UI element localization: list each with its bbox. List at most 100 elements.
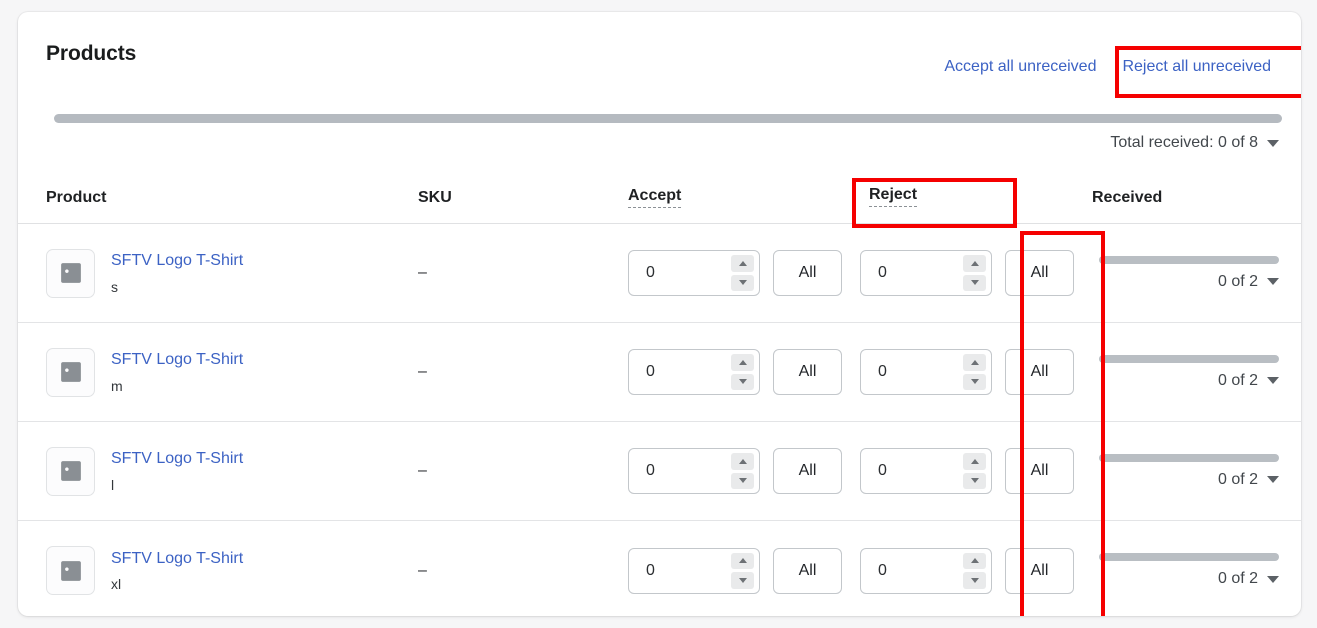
stepper-decrement-icon[interactable] bbox=[731, 472, 754, 489]
caret-down-icon[interactable] bbox=[1267, 139, 1279, 147]
product-name-link[interactable]: SFTV Logo T-Shirt bbox=[111, 251, 243, 270]
caret-down-icon[interactable] bbox=[1267, 278, 1279, 285]
accept-quantity-stepper[interactable]: 0 bbox=[628, 250, 760, 296]
stepper-decrement-icon[interactable] bbox=[731, 373, 754, 390]
received-summary[interactable]: 0 of 2 bbox=[1099, 570, 1279, 588]
stepper-increment-icon[interactable] bbox=[963, 453, 986, 470]
table-row: SFTV Logo T-Shirt m – 0 All 0 All 0 of 2 bbox=[18, 323, 1301, 422]
reject-quantity-stepper-value[interactable]: 0 bbox=[861, 350, 958, 394]
stepper-increment-icon[interactable] bbox=[731, 354, 754, 371]
reject-quantity-stepper[interactable]: 0 bbox=[860, 547, 992, 594]
received-summary[interactable]: 0 of 2 bbox=[1099, 471, 1279, 489]
reject-all-button[interactable]: All bbox=[1005, 547, 1074, 594]
reject-quantity-stepper[interactable]: 0 bbox=[860, 349, 992, 395]
product-variant-label: m bbox=[111, 377, 123, 394]
reject-all-button[interactable]: All bbox=[1005, 250, 1074, 296]
product-name-link[interactable]: SFTV Logo T-Shirt bbox=[111, 350, 243, 369]
received-progress-bar bbox=[1099, 354, 1279, 363]
accept-quantity-stepper[interactable]: 0 bbox=[628, 547, 760, 594]
product-name-link[interactable]: SFTV Logo T-Shirt bbox=[111, 449, 243, 468]
cell-sku: – bbox=[418, 363, 427, 380]
scrollbar-thumb[interactable] bbox=[54, 114, 1282, 123]
product-name-link[interactable]: SFTV Logo T-Shirt bbox=[111, 549, 243, 568]
stepper-decrement-icon[interactable] bbox=[731, 274, 754, 291]
reject-all-button[interactable]: All bbox=[1005, 448, 1074, 494]
header-actions: Accept all unreceived Reject all unrecei… bbox=[944, 52, 1279, 82]
stepper-decrement-icon[interactable] bbox=[963, 472, 986, 489]
caret-down-icon[interactable] bbox=[1267, 575, 1279, 583]
product-variant-label: xl bbox=[111, 576, 122, 593]
product-variant-label: s bbox=[111, 278, 118, 295]
column-header-reject: Reject bbox=[860, 179, 1092, 216]
cell-received: 0 of 2 bbox=[1092, 255, 1301, 291]
accept-quantity-stepper[interactable]: 0 bbox=[628, 448, 760, 494]
accept-quantity-stepper[interactable]: 0 bbox=[628, 349, 760, 395]
stepper-decrement-icon[interactable] bbox=[731, 572, 754, 589]
accept-quantity-stepper-value[interactable]: 0 bbox=[629, 549, 726, 593]
accept-all-button[interactable]: All bbox=[773, 547, 842, 594]
accept-quantity-stepper-buttons bbox=[726, 251, 759, 295]
received-count-label: 0 of 2 bbox=[1217, 470, 1258, 488]
product-variant-label: l bbox=[111, 476, 115, 493]
accept-header-tooltip[interactable]: Accept bbox=[628, 187, 682, 208]
column-header-sku: SKU bbox=[418, 188, 452, 206]
reject-quantity-stepper[interactable]: 0 bbox=[860, 448, 992, 494]
cell-sku: – bbox=[418, 561, 427, 579]
image-placeholder-icon bbox=[46, 347, 95, 397]
cell-sku: – bbox=[418, 462, 427, 479]
received-summary[interactable]: 0 of 2 bbox=[1099, 372, 1279, 390]
reject-quantity-stepper-value[interactable]: 0 bbox=[861, 449, 958, 493]
table-body: SFTV Logo T-Shirt s –0 All 0 All 0 of 2 SFTV Lo… bbox=[18, 224, 1301, 616]
column-header-accept: Accept bbox=[628, 187, 860, 208]
accept-quantity-stepper-value[interactable]: 0 bbox=[629, 449, 726, 493]
reject-header-tooltip[interactable]: Reject bbox=[869, 186, 918, 207]
cell-product: SFTV Logo T-Shirt s bbox=[18, 248, 418, 298]
cell-received: 0 of 2 bbox=[1092, 553, 1301, 588]
reject-quantity-stepper-buttons bbox=[958, 449, 991, 493]
cell-accept: 0 All bbox=[628, 250, 860, 296]
cell-accept: 0 All bbox=[628, 349, 860, 395]
stepper-increment-icon[interactable] bbox=[731, 255, 754, 272]
accept-all-button[interactable]: All bbox=[773, 448, 842, 494]
caret-down-icon[interactable] bbox=[1267, 377, 1279, 384]
cell-received: 0 of 2 bbox=[1092, 354, 1301, 390]
cell-reject: 0 All bbox=[860, 547, 1092, 594]
stepper-decrement-icon[interactable] bbox=[963, 373, 986, 390]
accept-quantity-stepper-buttons bbox=[726, 350, 759, 394]
image-placeholder-icon bbox=[46, 446, 95, 496]
total-received-summary[interactable]: Total received: 0 of 8 bbox=[1110, 134, 1279, 152]
table-row: SFTV Logo T-Shirt l – 0 All 0 All 0 of 2 bbox=[18, 422, 1301, 521]
reject-quantity-stepper-value[interactable]: 0 bbox=[861, 549, 958, 593]
cell-received: 0 of 2 bbox=[1092, 453, 1301, 489]
table-header-row: Product SKU Accept Reject Received bbox=[18, 172, 1301, 224]
reject-quantity-stepper-buttons bbox=[958, 350, 991, 394]
image-placeholder-icon bbox=[46, 546, 95, 595]
accept-all-button[interactable]: All bbox=[773, 349, 842, 395]
accept-all-button[interactable]: All bbox=[773, 250, 842, 296]
cell-sku: – bbox=[418, 264, 427, 281]
stepper-increment-icon[interactable] bbox=[963, 255, 986, 272]
stepper-increment-icon[interactable] bbox=[731, 453, 754, 470]
accept-all-unreceived-link[interactable]: Accept all unreceived bbox=[944, 58, 1096, 76]
received-count-label: 0 of 2 bbox=[1217, 272, 1258, 290]
cell-product: SFTV Logo T-Shirt l bbox=[18, 446, 418, 496]
cell-accept: 0 All bbox=[628, 547, 860, 594]
stepper-increment-icon[interactable] bbox=[963, 354, 986, 371]
stepper-increment-icon[interactable] bbox=[963, 552, 986, 569]
stepper-increment-icon[interactable] bbox=[731, 552, 754, 569]
cell-reject: 0 All bbox=[860, 448, 1092, 494]
column-header-received: Received bbox=[1092, 188, 1163, 206]
reject-quantity-stepper-value[interactable]: 0 bbox=[861, 251, 958, 295]
accept-quantity-stepper-value[interactable]: 0 bbox=[629, 251, 726, 295]
total-received-label: Total received: 0 of 8 bbox=[1110, 134, 1258, 151]
reject-all-button[interactable]: All bbox=[1005, 349, 1074, 395]
reject-quantity-stepper[interactable]: 0 bbox=[860, 250, 992, 296]
stepper-decrement-icon[interactable] bbox=[963, 274, 986, 291]
accept-quantity-stepper-value[interactable]: 0 bbox=[629, 350, 726, 394]
caret-down-icon[interactable] bbox=[1267, 476, 1279, 483]
received-summary[interactable]: 0 of 2 bbox=[1099, 273, 1279, 291]
horizontal-scrollbar[interactable] bbox=[54, 114, 1282, 124]
page-title: Products bbox=[46, 42, 137, 65]
stepper-decrement-icon[interactable] bbox=[963, 572, 986, 589]
reject-all-unreceived-link[interactable]: Reject all unreceived bbox=[1114, 52, 1279, 82]
